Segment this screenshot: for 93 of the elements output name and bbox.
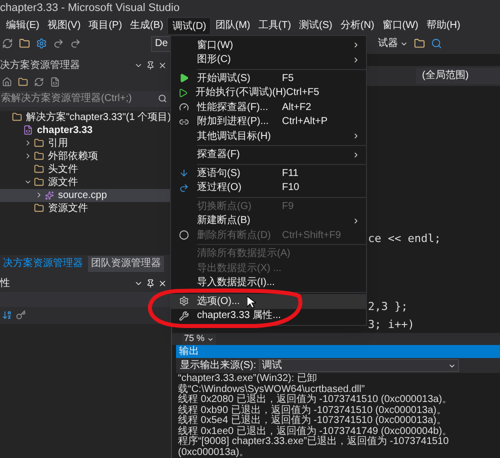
link-icon (179, 116, 189, 127)
tree-item[interactable]: 头文件 (0, 162, 171, 176)
pin-icon[interactable] (146, 278, 155, 288)
folder-icon (12, 112, 22, 122)
menu-bar-item[interactable]: 调试(D) (167, 17, 212, 34)
home-icon[interactable] (2, 77, 12, 87)
zoom-combo[interactable]: 75 % (182, 334, 216, 344)
pin-icon[interactable] (146, 60, 155, 70)
tree-item[interactable]: 引用 (0, 136, 171, 150)
folder-icon (34, 138, 44, 148)
dropdown-icon (206, 336, 214, 342)
tree-item[interactable]: chapter3.33 (0, 124, 171, 136)
key-icon[interactable] (16, 310, 26, 320)
tree-item-label: 头文件 (48, 162, 78, 176)
menu-item[interactable]: 选项(O)... (171, 294, 366, 308)
wrench-icon (179, 310, 189, 321)
source-combo[interactable]: 调试 (259, 359, 460, 372)
folder-icon[interactable] (18, 77, 28, 87)
redo-icon (179, 182, 189, 193)
menu-bar-item[interactable]: 帮助(H) (422, 17, 464, 34)
tree-item-label: chapter3.33 (37, 124, 93, 138)
output-line: “chapter3.33.exe”(Win32): 已卸载“C:\Windows\SysWOW64\ucrtbased.dll” (178, 374, 366, 394)
panel-title: 性 (0, 276, 10, 290)
configuration-combo[interactable]: De (151, 36, 172, 52)
folder-icon (34, 177, 44, 187)
panel-tab[interactable]: 团队资源管理器 (88, 256, 164, 272)
folder-icon[interactable] (414, 38, 425, 50)
sync-icon[interactable] (34, 77, 44, 87)
menu-bar-item[interactable]: 编辑(E) (2, 17, 44, 34)
panel-title: 决方案资源管理器 (0, 58, 80, 72)
find-icon[interactable] (430, 38, 442, 50)
output-line: 线程 0x2080 已退出，返回值为 -1073741510 (0xc000013a)。 (178, 395, 454, 405)
menu-item[interactable]: 探查器(F) (171, 148, 366, 162)
menu-item[interactable]: 窗口(W) (171, 38, 366, 52)
code-line: 2,3 }; (368, 299, 409, 315)
tree-item-label: 外部依赖项 (48, 150, 98, 164)
folder-icon (34, 164, 44, 174)
menu-item[interactable]: 逐过程(O) F10 (171, 180, 366, 195)
scope-combo[interactable]: (全局范围) (416, 68, 500, 84)
menu-item[interactable]: 图形(C) (171, 52, 366, 67)
files-icon[interactable] (50, 77, 60, 87)
menu-bar-item[interactable]: 视图(V) (43, 17, 85, 34)
code-line: 3; i++) (368, 316, 416, 332)
search-icon (158, 94, 167, 103)
sort-icon[interactable] (2, 310, 12, 320)
search-field[interactable]: 索解决方案资源管理器(Ctrl+;) (0, 90, 171, 106)
menu-bar-item[interactable]: 生成(B) (126, 17, 168, 34)
menu-item[interactable]: 新建断点(B) (171, 214, 366, 228)
tree-item[interactable]: 源文件 (0, 176, 171, 188)
tree-item-label: source.cpp (58, 188, 107, 202)
folder-icon (34, 203, 44, 213)
menu-bar-item[interactable]: 分析(N) (336, 17, 378, 34)
menu-bar-item[interactable]: 项目(P) (84, 17, 126, 34)
panel-title: 输出 (179, 344, 199, 359)
menu-item[interactable]: 附加到进程(P)... Ctrl+Alt+P (171, 114, 366, 129)
menu-item[interactable]: 性能探查器(F)... Alt+F2 (171, 100, 366, 114)
close-icon[interactable] (158, 60, 167, 70)
gauge-icon (179, 102, 189, 112)
folder-icon (34, 151, 44, 161)
output-line: 线程 0x5e4 已退出，返回值为 -1073741510 (0xc000013a)。 (178, 416, 448, 426)
circle-icon (179, 230, 189, 240)
settings-icon (179, 296, 189, 306)
menu-item[interactable]: chapter3.33 属性... (171, 308, 366, 323)
output-line: 程序“[9008] chapter3.33.exe”已退出，返回值为 -1073741510 (0xc000013a)。 (178, 437, 450, 458)
menu-item[interactable]: 导入数据提示(I)... (171, 276, 366, 290)
source-label: 显示输出来源(S): (180, 358, 256, 373)
menu-bar-item[interactable]: 窗口(W) (378, 17, 422, 34)
menu-bar-item[interactable]: 测试(S) (295, 17, 336, 34)
open-folder-icon[interactable] (19, 38, 30, 50)
menu-bar-item[interactable]: 团队(M) (211, 17, 254, 34)
play-outline-icon (178, 88, 188, 98)
tree-item[interactable]: 外部依赖项 (0, 150, 171, 162)
tree-item-label: 源文件 (48, 176, 78, 190)
play-icon (179, 73, 189, 84)
menu-item[interactable]: 开始执行(不调试)(H)Ctrl+F5 (171, 86, 366, 100)
code-line: ce << endl; (368, 230, 442, 246)
output-line: 线程 0xb90 已退出，返回值为 -1073741510 (0xc000013a)。 (178, 406, 448, 416)
menu-item[interactable]: 其他调试目标(H) (171, 129, 366, 144)
arrow-down-icon (179, 168, 189, 178)
menu-item[interactable]: 逐语句(S) F11 (171, 166, 366, 180)
menu-bar-item[interactable]: 工具(T) (254, 17, 296, 34)
redo-icon[interactable] (70, 38, 81, 50)
tree-item-label: 资源文件 (48, 202, 88, 216)
sparkle-file-icon (45, 190, 54, 200)
output-line: 线程 0x1ee0 已退出，返回值为 -1073741749 (0xc000004b)。 (178, 426, 454, 436)
project-icon (23, 125, 33, 135)
tree-item-label: 引用 (48, 136, 68, 150)
window-title: chapter3.33 - Microsoft Visual Studio (0, 1, 180, 16)
menu-item[interactable]: 开始调试(S) F5 (171, 71, 366, 86)
mouse-cursor-icon (247, 296, 256, 309)
debugger-combo[interactable]: 试器 (378, 36, 408, 52)
tree-item[interactable]: source.cpp (0, 188, 171, 202)
tree-item[interactable]: 资源文件 (0, 202, 171, 214)
